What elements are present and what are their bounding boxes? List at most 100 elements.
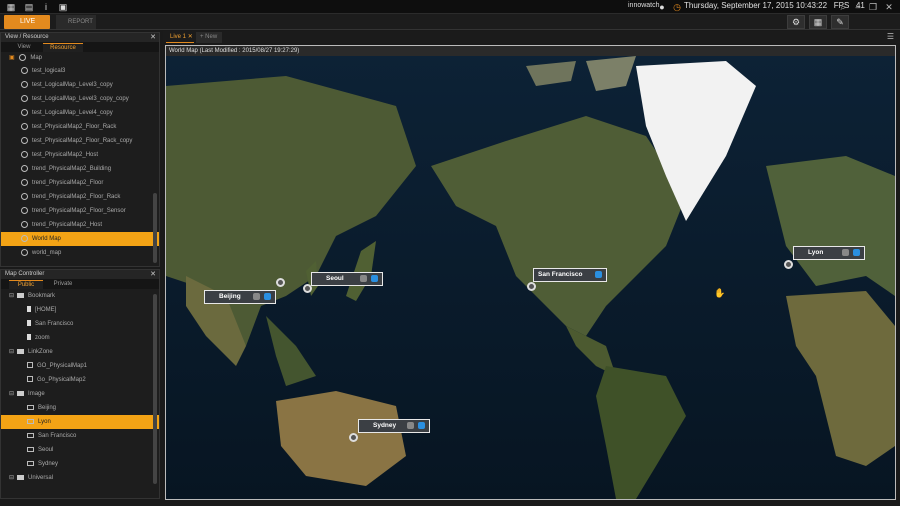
search-icon[interactable]: ⌕ [838,2,848,12]
map-globe-icon [21,136,28,144]
resource-item-label: test_PhysicalMap2_Floor_Rack_copy [32,138,133,144]
group-image[interactable]: ⊟ Image [1,387,159,401]
close-icon[interactable]: ✕ [884,2,894,12]
map-globe-icon [21,220,28,228]
expand-icon[interactable]: ⊟ [9,293,14,299]
report-mode-button[interactable]: REPORT [56,15,96,29]
marker-pin-lyon[interactable] [784,260,793,269]
world-map-view[interactable]: World Map (Last Modified : 2015/08/27 19… [165,45,896,500]
marker-pin-sydney[interactable] [349,433,358,442]
controller-item[interactable]: Seoul [1,443,159,457]
resource-item[interactable]: trend_PhysicalMap2_Floor [1,176,159,190]
document-icon[interactable]: ▣ [58,2,68,12]
resource-item[interactable]: world_map [1,246,159,260]
image-icon [27,446,34,452]
controller-item-label: San Francisco [35,321,74,327]
controller-item[interactable]: San Francisco [1,317,159,331]
expand-icon[interactable]: ⊟ [9,349,14,355]
marker-lyon[interactable]: Lyon [793,246,865,260]
map-globe-icon [21,164,28,172]
group-linkzone[interactable]: ⊟ LinkZone [1,345,159,359]
calendar-icon[interactable]: ▦ [6,2,16,12]
info-icon[interactable]: i [41,2,51,12]
layers-icon[interactable] [253,293,260,300]
tab-view[interactable]: View [7,43,41,52]
resource-item-label: test_logical3 [32,68,66,74]
controller-item[interactable]: Go_PhysicalMap2 [1,373,159,387]
expand-icon[interactable]: ⊟ [9,475,14,481]
linkzone-icon [27,362,33,369]
live-mode-button[interactable]: LIVE [4,15,50,29]
marker-seoul[interactable]: Seoul [311,272,383,286]
folder-icon [17,474,25,480]
tab-private[interactable]: Private [43,280,83,289]
tab-resource[interactable]: Resource [43,43,83,52]
resource-item[interactable]: trend_PhysicalMap2_Floor_Sensor [1,204,159,218]
map-title: World Map (Last Modified : 2015/08/27 19… [166,46,895,56]
marker-san-francisco[interactable]: San Francisco [533,268,607,282]
resource-item[interactable]: trend_PhysicalMap2_Floor_Rack [1,190,159,204]
tab-public[interactable]: Public [9,280,43,289]
globe-icon[interactable] [264,293,271,300]
close-icon[interactable]: ✕ [150,33,156,42]
username: innowatch [628,2,660,9]
controller-item[interactable]: Lyon [1,415,159,429]
resource-item[interactable]: trend_PhysicalMap2_Building [1,162,159,176]
resource-item[interactable]: test_PhysicalMap2_Floor_Rack_copy [1,134,159,148]
panel-title: View / Resource [5,34,49,40]
controller-item[interactable]: San Francisco [1,429,159,443]
resource-item[interactable]: test_PhysicalMap2_Host [1,148,159,162]
controller-item-label: San Francisco [38,433,77,439]
resource-item[interactable]: trend_PhysicalMap2_Host [1,218,159,232]
scrollbar[interactable] [153,193,157,263]
world-map-image[interactable] [166,46,895,499]
layers-icon[interactable] [842,249,849,256]
settings-gear-icon[interactable]: ⚙ [787,15,805,29]
controller-item-label: [HOME] [35,307,57,313]
globe-icon [19,53,27,61]
globe-icon[interactable] [418,422,425,429]
close-icon[interactable]: ✕ [188,34,193,40]
group-bookmark[interactable]: ⊟ Bookmark [1,289,159,303]
close-icon[interactable]: ✕ [150,270,156,279]
tools-icon[interactable]: ✎ [831,15,849,29]
globe-icon[interactable] [371,275,378,282]
restore-icon[interactable]: ❐ [868,2,878,12]
hand-cursor-icon: ✋ [714,288,726,298]
resource-item[interactable]: test_PhysicalMap2_Floor_Rack [1,120,159,134]
resource-item[interactable]: test_logical3 [1,64,159,78]
controller-item[interactable]: Sydney [1,457,159,471]
tab-new[interactable]: + New [196,32,222,43]
tree-root-map[interactable]: ▣ Map [1,52,159,64]
layout-icon[interactable]: ▦ [809,15,827,29]
controller-item[interactable]: [HOME] [1,303,159,317]
resource-item[interactable]: test_LogicalMap_Level4_copy [1,106,159,120]
globe-icon[interactable] [853,249,860,256]
controller-item[interactable]: Beijing [1,401,159,415]
map-globe-icon [21,178,28,186]
globe-icon[interactable] [595,271,602,278]
expand-icon[interactable]: ⊟ [9,391,14,397]
controller-item-label: Beijing [38,405,57,411]
menu-icon[interactable]: ☰ [887,32,894,41]
marker-beijing[interactable]: Beijing [204,290,276,304]
resource-item[interactable]: test_LogicalMap_Level3_copy [1,78,159,92]
controller-item[interactable]: GO_PhysicalMap1 [1,359,159,373]
controller-item[interactable]: zoom [1,331,159,345]
marker-sydney[interactable]: Sydney [358,419,430,433]
marker-label-text: San Francisco [538,271,583,278]
group-label: LinkZone [28,349,53,355]
layers-icon[interactable] [360,275,367,282]
group-universal[interactable]: ⊟ Universal [1,471,159,485]
tab-live-1[interactable]: Live 1 ✕ [166,32,194,43]
minimize-icon[interactable]: – [853,2,863,12]
folder-icon[interactable]: ▤ [24,2,34,12]
marker-pin-san-francisco[interactable] [527,282,536,291]
controller-item-label: GO_PhysicalMap1 [37,363,88,369]
expand-icon[interactable]: ▣ [9,55,15,61]
resource-item[interactable]: World Map [1,232,159,246]
resource-item[interactable]: test_LogicalMap_Level3_copy_copy [1,92,159,106]
scrollbar[interactable] [153,294,157,484]
layers-icon[interactable] [407,422,414,429]
marker-pin-beijing[interactable] [276,278,285,287]
